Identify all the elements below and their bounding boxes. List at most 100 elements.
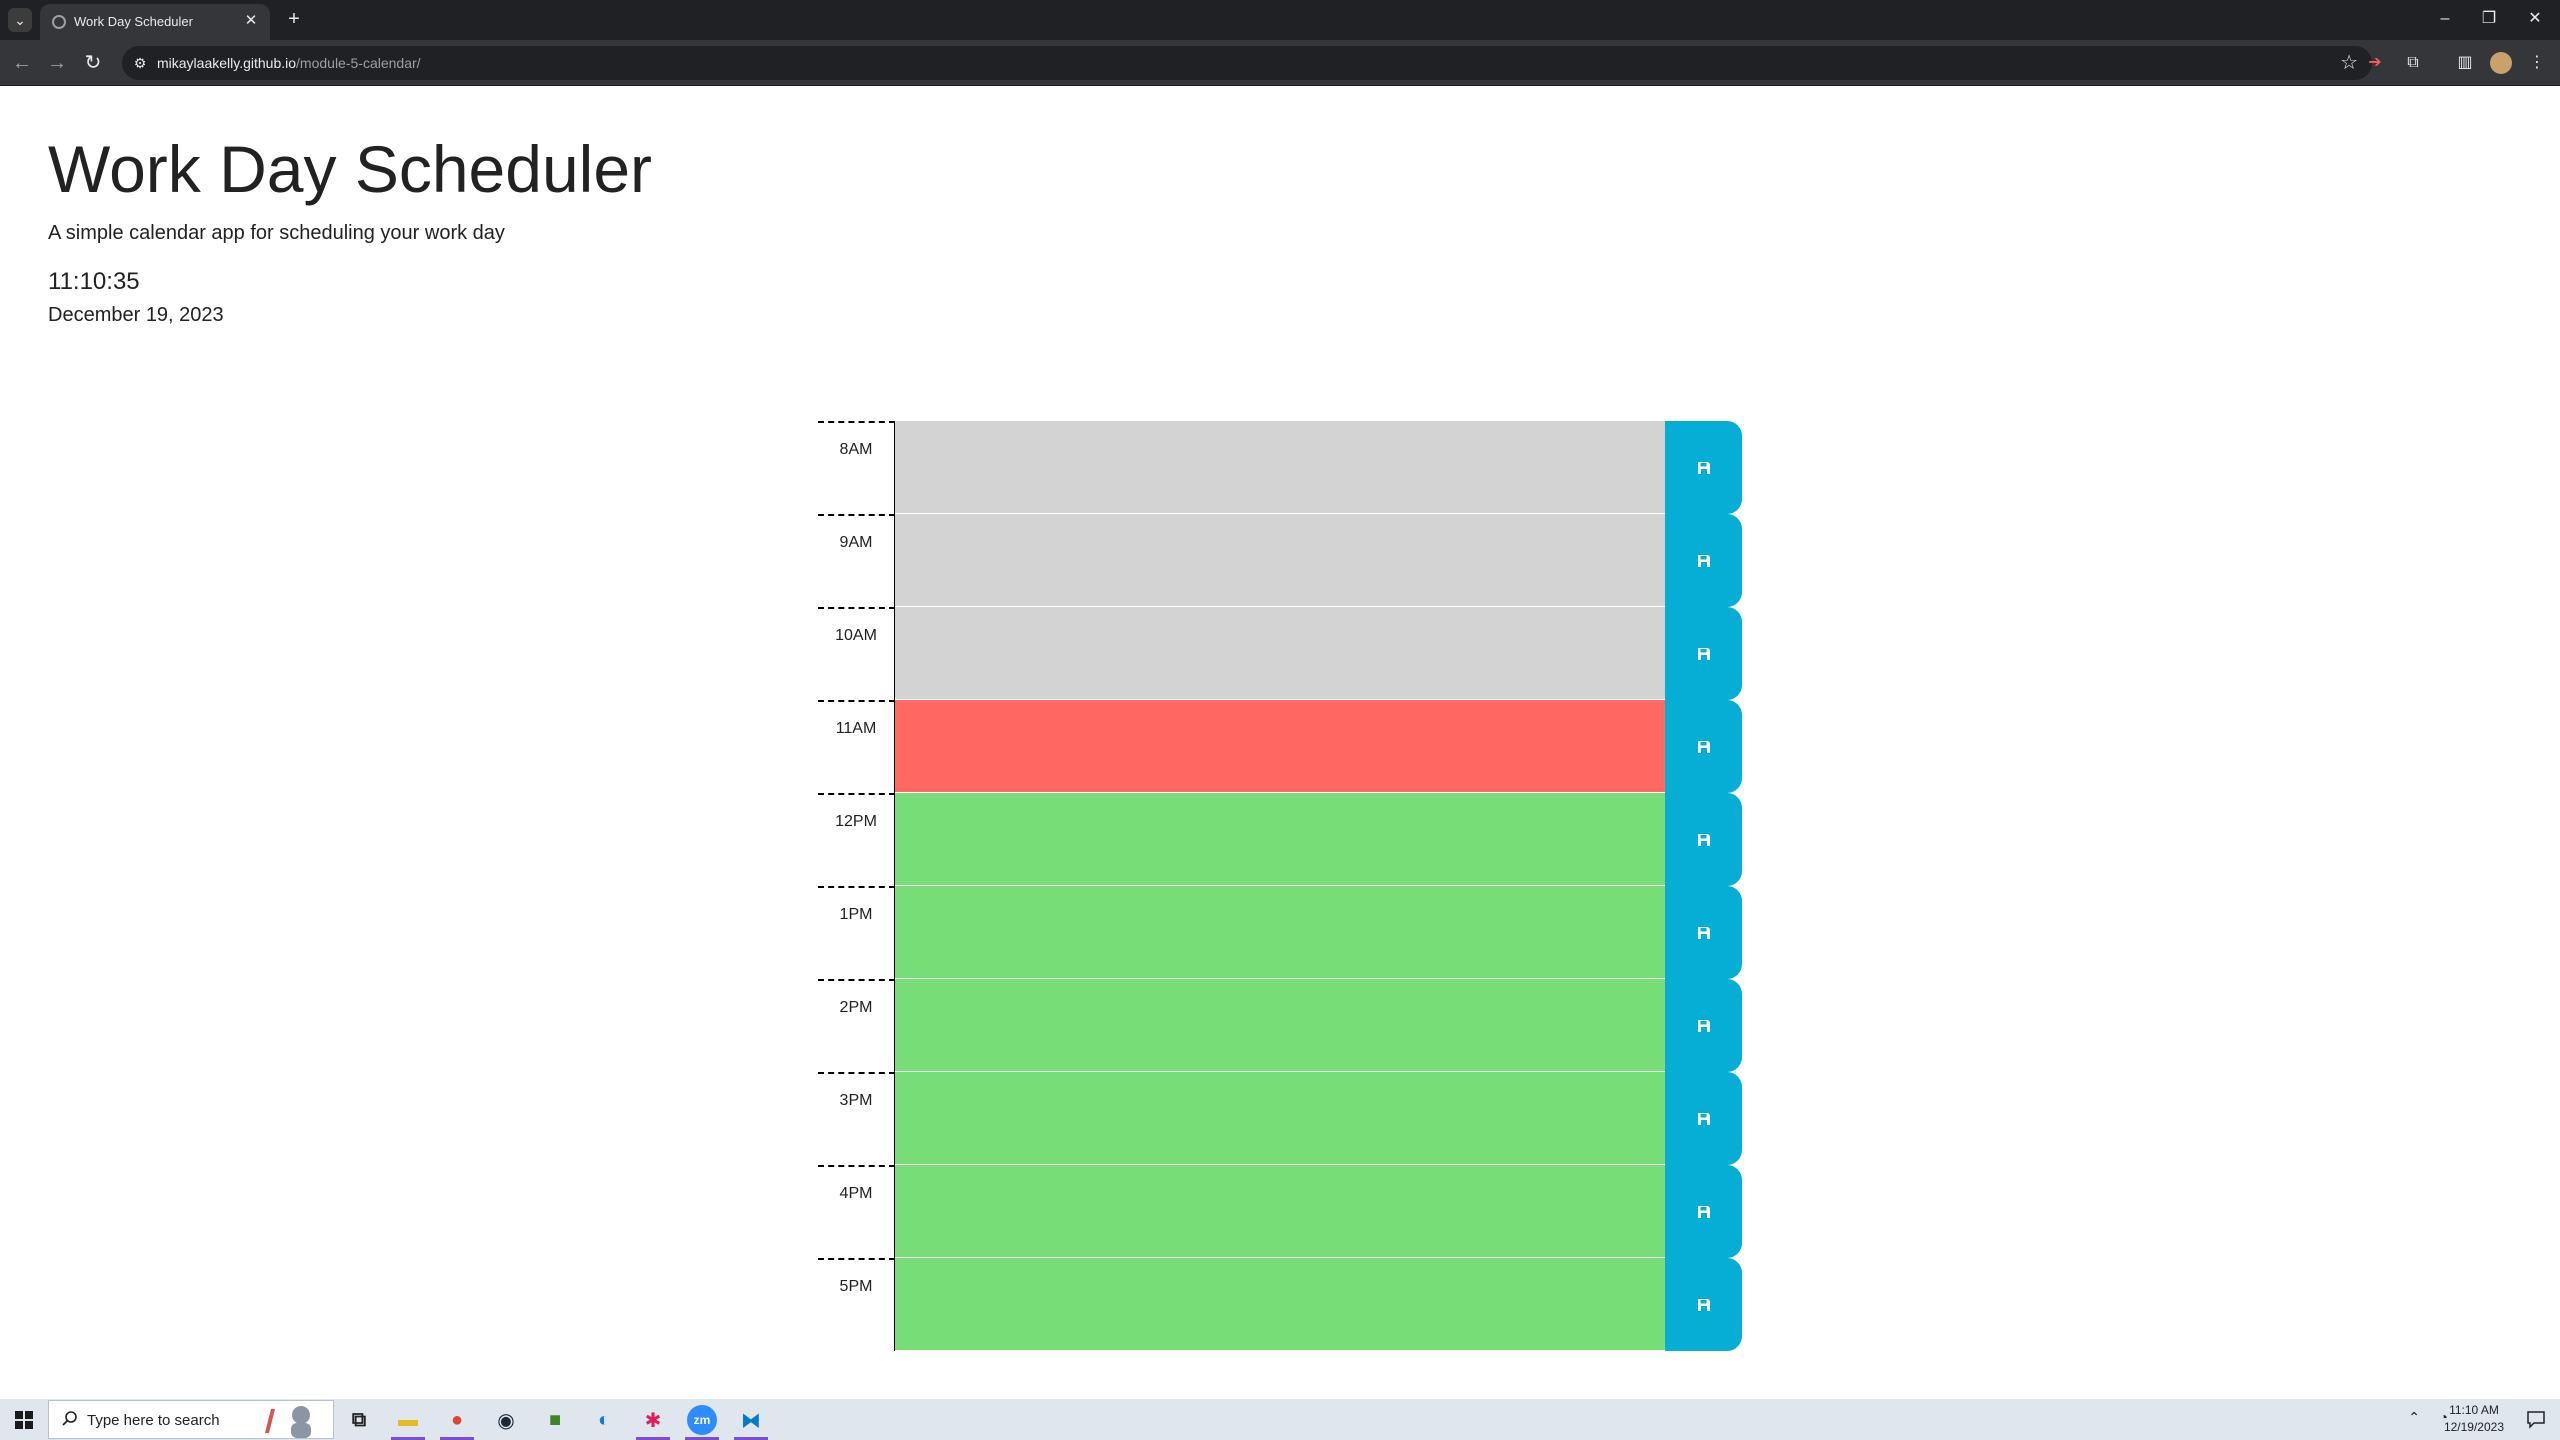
time-block-row: 8AM bbox=[818, 421, 1742, 514]
scheduler: 8AM 9AM 10AM 11AM 12PM 1PM 2PM 3PM 4PM 5PM bbox=[818, 421, 1742, 1351]
event-description-input[interactable] bbox=[895, 1072, 1665, 1165]
restore-button[interactable]: ❐ bbox=[2474, 6, 2504, 32]
arrow-right-icon: → bbox=[47, 52, 67, 74]
chevron-down-icon: ⌄ bbox=[14, 12, 26, 28]
globe-icon bbox=[52, 15, 66, 29]
forward-button[interactable]: → bbox=[43, 49, 71, 77]
time-block-row: 10AM bbox=[818, 607, 1742, 700]
hour-label: 10AM bbox=[818, 607, 895, 700]
side-panel-icon[interactable]: ▥ bbox=[2454, 52, 2476, 74]
search-icon bbox=[62, 1411, 77, 1426]
save-icon bbox=[1697, 1112, 1710, 1125]
clock-date: 12/19/2023 bbox=[2443, 1420, 2504, 1434]
extension-icon[interactable]: ➔ bbox=[2364, 52, 2386, 74]
time-block-row: 11AM bbox=[818, 700, 1742, 793]
event-description-input[interactable] bbox=[895, 979, 1665, 1072]
page-title: Work Day Scheduler bbox=[48, 132, 653, 206]
event-description-input[interactable] bbox=[895, 607, 1665, 700]
save-button[interactable] bbox=[1665, 1258, 1742, 1351]
save-button[interactable] bbox=[1665, 1165, 1742, 1258]
event-description-input[interactable] bbox=[895, 421, 1665, 514]
extensions-puzzle-icon[interactable]: ⧉ bbox=[2402, 52, 2424, 74]
tray-overflow-icon[interactable]: ⌃ bbox=[2408, 1409, 2420, 1426]
minecraft-icon[interactable]: ■ bbox=[540, 1405, 570, 1435]
save-icon bbox=[1697, 647, 1710, 660]
minimize-button[interactable]: – bbox=[2430, 6, 2460, 32]
back-button[interactable]: ← bbox=[8, 49, 36, 77]
save-icon bbox=[1697, 833, 1710, 846]
taskbar-search[interactable]: Type here to search bbox=[48, 1400, 334, 1439]
event-description-input[interactable] bbox=[895, 514, 1665, 607]
steam-icon[interactable]: ◉ bbox=[491, 1405, 521, 1435]
file-explorer-icon[interactable]: ▬ bbox=[393, 1405, 423, 1435]
clock-time: 11:10 AM bbox=[2449, 1403, 2499, 1417]
hour-label: 4PM bbox=[818, 1165, 895, 1258]
more-menu-icon[interactable]: ⋮ bbox=[2526, 52, 2548, 74]
save-icon bbox=[1697, 554, 1710, 567]
new-tab-button[interactable]: + bbox=[282, 8, 306, 32]
time-block-row: 3PM bbox=[818, 1072, 1742, 1165]
start-button[interactable] bbox=[0, 1399, 48, 1440]
current-date: December 19, 2023 bbox=[48, 304, 224, 326]
tab-list-button[interactable]: ⌄ bbox=[8, 8, 32, 32]
vscode-icon[interactable]: ⧓ bbox=[736, 1405, 766, 1435]
bookmark-star-icon[interactable]: ☆ bbox=[2340, 52, 2358, 74]
hour-label: 3PM bbox=[818, 1072, 895, 1165]
hour-label: 5PM bbox=[818, 1258, 895, 1351]
event-description-input[interactable] bbox=[895, 793, 1665, 886]
browser-titlebar: ⌄ Work Day Scheduler ✕ + – ❐ ✕ bbox=[0, 0, 2560, 40]
url-path: /module-5-calendar/ bbox=[296, 55, 421, 71]
event-description-input[interactable] bbox=[895, 1165, 1665, 1258]
site-info-icon[interactable]: ⚙ bbox=[130, 53, 150, 73]
event-description-input[interactable] bbox=[895, 700, 1665, 793]
time-block-row: 9AM bbox=[818, 514, 1742, 607]
arrow-left-icon: ← bbox=[12, 52, 32, 74]
close-window-button[interactable]: ✕ bbox=[2520, 6, 2550, 32]
page-lead: A simple calendar app for scheduling you… bbox=[48, 222, 505, 244]
hour-label: 2PM bbox=[818, 979, 895, 1072]
address-bar[interactable]: ⚙ mikaylaakelly.github.io/module-5-calen… bbox=[122, 46, 2372, 80]
reload-icon: ↻ bbox=[84, 52, 102, 74]
event-description-input[interactable] bbox=[895, 1258, 1665, 1351]
browser-toolbar: ← → ↻ ⚙ mikaylaakelly.github.io/module-5… bbox=[0, 40, 2560, 86]
save-button[interactable] bbox=[1665, 700, 1742, 793]
hour-label: 12PM bbox=[818, 793, 895, 886]
save-button[interactable] bbox=[1665, 1072, 1742, 1165]
save-button[interactable] bbox=[1665, 607, 1742, 700]
save-button[interactable] bbox=[1665, 514, 1742, 607]
search-highlight-illustration bbox=[265, 1406, 311, 1438]
save-icon bbox=[1697, 926, 1710, 939]
chrome-icon[interactable]: ● bbox=[442, 1405, 472, 1435]
tab-title: Work Day Scheduler bbox=[74, 14, 193, 29]
task-view-icon[interactable]: ⧉ bbox=[344, 1405, 374, 1435]
hour-label: 8AM bbox=[818, 421, 895, 514]
hour-label: 9AM bbox=[818, 514, 895, 607]
search-placeholder: Type here to search bbox=[87, 1412, 220, 1429]
page-content: Work Day Scheduler A simple calendar app… bbox=[0, 87, 2560, 1399]
reload-button[interactable]: ↻ bbox=[79, 49, 107, 77]
slack-icon[interactable]: ✱ bbox=[638, 1405, 668, 1435]
save-icon bbox=[1697, 461, 1710, 474]
profile-avatar[interactable] bbox=[2490, 52, 2512, 74]
url-text: mikaylaakelly.github.io/module-5-calenda… bbox=[157, 55, 421, 71]
edge-icon[interactable]: ◐ bbox=[589, 1405, 619, 1435]
save-icon bbox=[1697, 1019, 1710, 1032]
hour-label: 11AM bbox=[818, 700, 895, 793]
zoom-icon[interactable]: zm bbox=[687, 1405, 717, 1435]
taskbar: Type here to search ⧉ ▬ ● ◉ ■ ◐ ✱ zm ⧓ ⌃ ◔ 11:10… bbox=[0, 1399, 2560, 1440]
save-button[interactable] bbox=[1665, 979, 1742, 1072]
notifications-icon[interactable] bbox=[2526, 1409, 2546, 1429]
taskbar-clock[interactable]: 11:10 AM 12/19/2023 bbox=[2444, 1402, 2504, 1436]
save-button[interactable] bbox=[1665, 886, 1742, 979]
tab-close-icon[interactable]: ✕ bbox=[242, 12, 260, 30]
save-icon bbox=[1697, 1298, 1710, 1311]
url-host: mikaylaakelly.github.io bbox=[157, 55, 297, 71]
event-description-input[interactable] bbox=[895, 886, 1665, 979]
browser-tab[interactable]: Work Day Scheduler ✕ bbox=[40, 4, 270, 40]
save-button[interactable] bbox=[1665, 793, 1742, 886]
time-block-row: 4PM bbox=[818, 1165, 1742, 1258]
save-button[interactable] bbox=[1665, 421, 1742, 514]
save-icon bbox=[1697, 1205, 1710, 1218]
windows-icon bbox=[15, 1410, 33, 1429]
time-block-row: 2PM bbox=[818, 979, 1742, 1072]
